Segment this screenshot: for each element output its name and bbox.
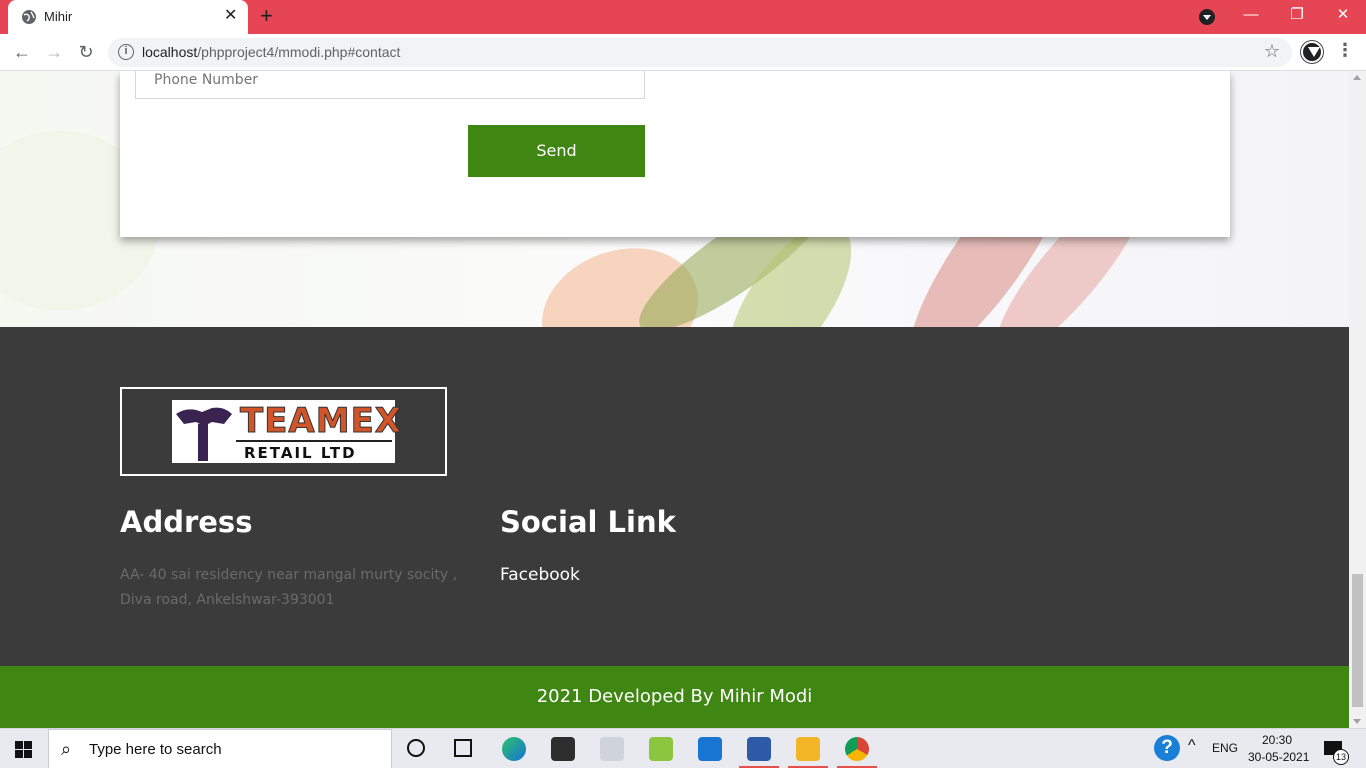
tab-search-icon[interactable] [1199,9,1215,25]
mail-icon[interactable] [698,737,722,761]
cortana-icon[interactable] [407,739,425,757]
profile-avatar[interactable] [1301,41,1323,63]
window-minimize-button[interactable]: — [1236,5,1266,25]
chrome-icon[interactable] [845,737,869,761]
browser-toolbar: ← → ↻ i localhost/phpproject4/mmodi.php#… [0,34,1366,71]
scroll-down-icon[interactable] [1353,719,1361,724]
site-footer: TEAMEX RETAIL LTD Address AA- 40 sai res… [0,327,1349,666]
forward-arrow-icon[interactable]: → [42,40,66,64]
logo-divider [236,440,392,442]
new-tab-button[interactable]: + [260,5,273,27]
logo-brand-text: TEAMEX [239,401,403,441]
phone-number-input[interactable] [135,71,645,99]
app-cube-icon[interactable] [747,737,771,761]
url-host: localhost [142,44,198,60]
window-close-button[interactable]: ✕ [1328,5,1358,25]
window-restore-button[interactable]: ❐ [1282,5,1312,25]
address-heading: Address [120,505,253,539]
taskbar-search-placeholder: Type here to search [89,741,222,758]
page-scrollbar[interactable] [1349,71,1366,728]
address-text: AA- 40 sai residency near mangal murty s… [120,567,458,608]
contact-form-card: Send [120,71,1230,237]
task-view-icon[interactable] [454,739,472,757]
site-info-icon[interactable]: i [118,44,134,60]
tab-title: Mihir [44,9,73,24]
notepad-icon[interactable] [649,737,673,761]
back-arrow-icon[interactable]: ← [10,40,34,64]
url-path: /phpproject4/mmodi.php#contact [197,44,401,60]
teamex-logo: TEAMEX RETAIL LTD [172,400,402,463]
scrollbar-thumb[interactable] [1352,574,1363,707]
tab-strip: Mihir ✕ + — ❐ ✕ [0,0,1366,34]
contact-section-background: Send [0,71,1349,327]
reload-icon[interactable]: ↻ [74,40,98,64]
url-text[interactable]: localhost/phpproject4/mmodi.php#contact [142,44,400,60]
chevron-up-icon[interactable]: ^ [1188,737,1196,768]
send-button[interactable]: Send [468,125,645,177]
language-indicator[interactable]: ENG [1212,741,1238,768]
tab-close-icon[interactable]: ✕ [224,8,237,24]
globe-icon [22,10,36,24]
store-icon[interactable] [551,737,575,761]
windows-start-icon[interactable] [15,741,32,758]
edge-icon[interactable] [502,737,526,761]
logo-frame: TEAMEX RETAIL LTD [120,387,447,476]
logo-subtitle: RETAIL LTD [244,444,357,462]
browser-menu-icon[interactable]: ⋮ [1336,40,1354,61]
social-link-heading: Social Link [500,505,676,539]
clock-date[interactable]: 30-05-2021 [1248,750,1309,768]
file-explorer-icon[interactable] [796,737,820,761]
search-icon: ⌕ [61,739,72,759]
taskbar-search-box[interactable]: ⌕ Type here to search [48,729,392,768]
windows-taskbar: ⌕ Type here to search ? ^ ENG 20:30 30-0… [0,728,1366,768]
address-bar[interactable]: i localhost/phpproject4/mmodi.php#contac… [108,38,1292,67]
help-icon[interactable]: ? [1154,735,1180,761]
facebook-link[interactable]: Facebook [500,565,580,585]
dropbox-icon[interactable] [600,737,624,761]
notification-badge: 13 [1333,749,1349,765]
page-viewport: Send TEAMEX RETAIL LTD Address AA- 40 sa… [0,71,1349,728]
copyright-bar: 2021 Developed By Mihir Modi [0,666,1349,728]
scroll-up-icon[interactable] [1353,75,1361,80]
handshake-icon [174,402,234,461]
browser-tab[interactable]: Mihir ✕ [8,0,248,34]
bookmark-star-icon[interactable]: ☆ [1264,41,1280,62]
